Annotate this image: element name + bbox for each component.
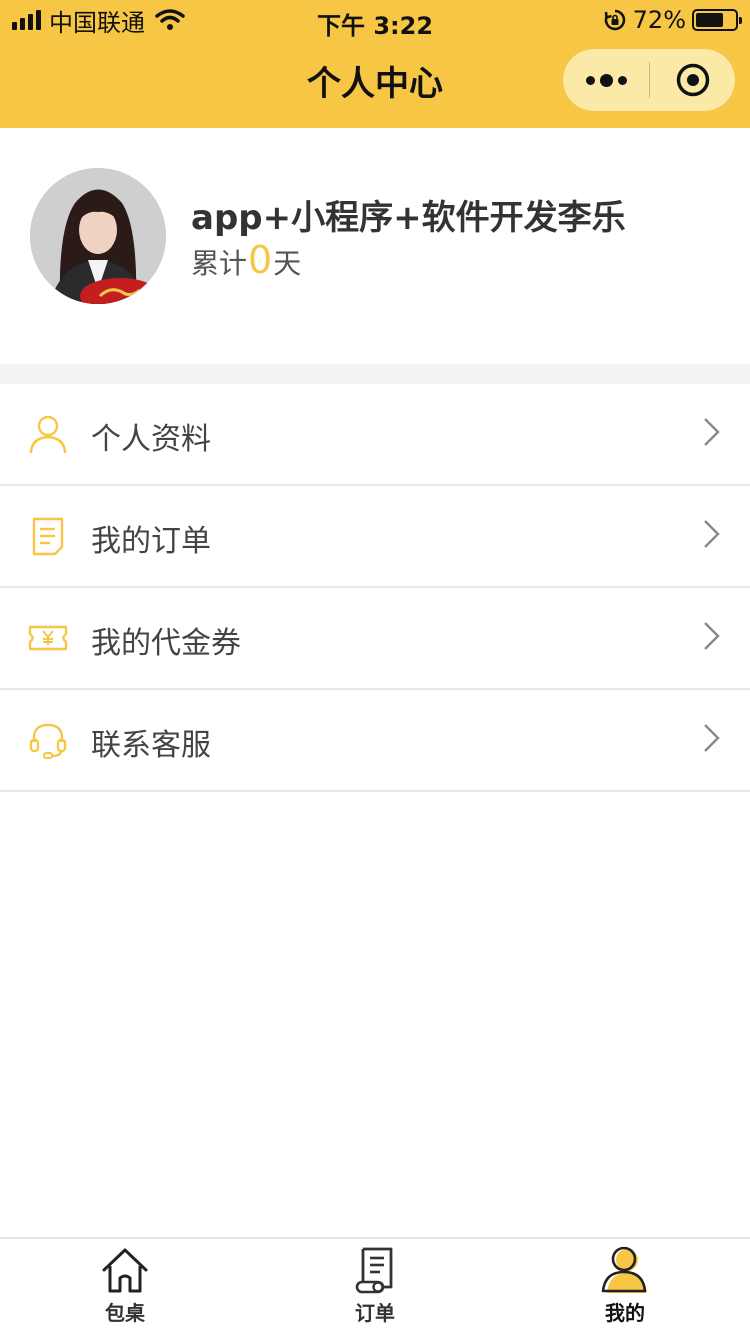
chevron-right-icon: [704, 418, 720, 446]
section-gap: [0, 364, 750, 384]
menu-item-label: 我的订单: [91, 524, 211, 559]
menu-item-orders[interactable]: 我的订单: [0, 486, 750, 588]
tab-home[interactable]: 包桌: [0, 1239, 250, 1334]
battery-percent: 72%: [632, 6, 686, 34]
user-name: app+小程序+软件开发李乐: [191, 198, 626, 238]
nav-header: 中国联通 下午 3:22 72% 个人中心: [0, 0, 750, 128]
rotation-lock-icon: [604, 9, 625, 31]
document-icon: [32, 517, 64, 556]
tab-label: 包桌: [105, 1301, 145, 1325]
user-icon: [29, 415, 67, 454]
miniprogram-capsule: [563, 49, 735, 111]
close-miniprogram-button[interactable]: [650, 49, 735, 111]
menu-item-profile[interactable]: 个人资料: [0, 384, 750, 486]
stat-prefix: 累计: [191, 247, 248, 280]
order-icon: [355, 1247, 393, 1294]
menu-item-support[interactable]: 联系客服: [0, 690, 750, 792]
avatar[interactable]: [30, 168, 166, 304]
tab-mine[interactable]: 我的: [500, 1239, 750, 1334]
menu-item-label: 我的代金券: [91, 626, 241, 661]
user-filled-icon: [601, 1246, 647, 1293]
chevron-right-icon: [704, 724, 720, 752]
tab-label: 我的: [605, 1301, 645, 1325]
battery-fill: [696, 13, 724, 27]
profile-card: app+小程序+软件开发李乐 累计 0 天: [0, 128, 750, 364]
chevron-right-icon: [704, 520, 720, 548]
status-bar: 中国联通 下午 3:22 72%: [0, 0, 750, 40]
battery-icon: [692, 9, 742, 31]
headset-icon: [29, 723, 67, 759]
tab-bar: 包桌 订单 我的: [0, 1237, 750, 1334]
menu-list: 个人资料 我的订单 我的代金券 联系客服: [0, 384, 750, 792]
stat-suffix: 天: [273, 247, 302, 280]
days-stat: 累计 0 天: [191, 238, 301, 282]
menu-item-label: 个人资料: [91, 422, 211, 457]
menu-item-coupons[interactable]: 我的代金券: [0, 588, 750, 690]
coupon-icon: [28, 625, 68, 651]
menu-item-label: 联系客服: [91, 728, 211, 763]
tab-orders[interactable]: 订单: [250, 1239, 500, 1334]
tab-label: 订单: [355, 1301, 395, 1325]
status-right: 72%: [603, 6, 742, 34]
chevron-right-icon: [704, 622, 720, 650]
more-button[interactable]: [563, 49, 649, 111]
stat-value: 0: [248, 238, 273, 282]
target-close-icon: [676, 63, 709, 97]
avatar-image: [30, 168, 166, 304]
home-icon: [102, 1248, 148, 1293]
